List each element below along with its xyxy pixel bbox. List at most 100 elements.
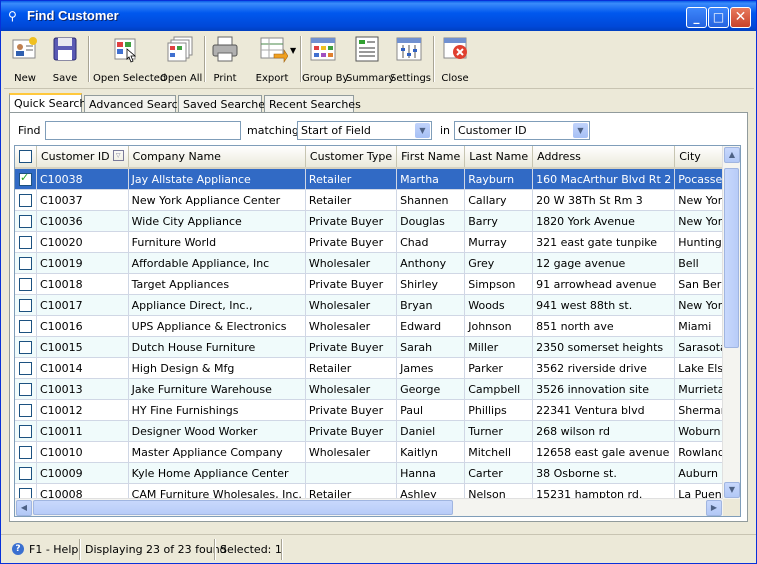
find-input[interactable] [45,121,241,140]
cell-address[interactable]: 321 east gate tunpike [532,231,676,253]
cell-company[interactable]: Appliance Direct, Inc., [128,294,306,316]
cell-company[interactable]: Kyle Home Appliance Center [128,462,306,484]
cell-type[interactable]: Wholesaler [305,294,398,316]
cell-company[interactable]: Designer Wood Worker [128,420,306,442]
cell-last[interactable]: Parker [464,357,534,379]
table-row[interactable]: C10011 Designer Wood Worker Private Buyer D… [15,420,740,442]
table-row[interactable]: C10037 New York Appliance Center Retailer S… [15,189,740,211]
cell-first[interactable]: Paul [396,399,466,421]
table-row[interactable]: C10018 Target Appliances Private Buyer Shir… [15,273,740,295]
cell-first[interactable]: Martha [396,168,466,190]
cell-address[interactable]: 3562 riverside drive [532,357,676,379]
table-row[interactable]: C10019 Affordable Appliance, Inc Wholesale… [15,252,740,274]
cell-company[interactable]: Affordable Appliance, Inc [128,252,306,274]
cell-company[interactable]: Wide City Appliance [128,210,306,232]
cell-first[interactable]: James [396,357,466,379]
table-row[interactable]: C10015 Dutch House Furniture Private Buyer… [15,336,740,358]
cell-id[interactable]: C10011 [36,420,129,442]
settings-button[interactable]: Settings [390,34,431,86]
table-row[interactable]: C10013 Jake Furniture Warehouse Wholesaler… [15,378,740,400]
cell-type[interactable]: Wholesaler [305,378,398,400]
cell-address[interactable]: 851 north ave [532,315,676,337]
row-checkbox[interactable] [19,340,32,354]
row-select-cell[interactable] [15,231,37,253]
cell-last[interactable]: Callary [464,189,534,211]
row-checkbox[interactable] [19,361,32,375]
cell-company[interactable]: Jay Allstate Appliance [128,168,306,190]
cell-address[interactable]: 941 west 88th st. [532,294,676,316]
cell-first[interactable]: Chad [396,231,466,253]
close-window-button[interactable]: ✕ [730,7,751,28]
cell-last[interactable]: Carter [464,462,534,484]
cell-id[interactable]: C10017 [36,294,129,316]
cell-first[interactable]: Daniel [396,420,466,442]
column-header-last-name[interactable]: Last Name [464,146,534,169]
cell-id[interactable]: C10009 [36,462,129,484]
scroll-right-icon[interactable]: ▶ [706,500,722,516]
open-selected-button[interactable]: Open Selected [93,34,166,86]
cell-last[interactable]: Johnson [464,315,534,337]
cell-company[interactable]: New York Appliance Center [128,189,306,211]
cell-id[interactable]: C10019 [36,252,129,274]
row-select-cell[interactable] [15,294,37,316]
cell-id[interactable]: C10012 [36,399,129,421]
cell-company[interactable]: Master Appliance Company [128,441,306,463]
cell-id[interactable]: C10018 [36,273,129,295]
cell-type[interactable]: Wholesaler [305,441,398,463]
cell-type[interactable] [305,462,398,484]
cell-type[interactable]: Private Buyer [305,399,398,421]
close-button[interactable]: Close [438,34,472,86]
cell-type[interactable]: Retailer [305,357,398,379]
matching-select[interactable]: Start of Field ▼ [297,121,432,140]
row-select-cell[interactable] [15,441,37,463]
cell-company[interactable]: Dutch House Furniture [128,336,306,358]
cell-first[interactable]: Anthony [396,252,466,274]
column-header-first-name[interactable]: First Name [396,146,466,169]
save-button[interactable]: Save [47,34,83,86]
cell-address[interactable]: 22341 Ventura blvd [532,399,676,421]
row-checkbox[interactable] [19,466,32,480]
cell-last[interactable]: Barry [464,210,534,232]
open-all-button[interactable]: Open All [160,34,202,86]
scroll-down-icon[interactable]: ▼ [724,482,740,498]
cell-type[interactable]: Retailer [305,189,398,211]
row-select-cell[interactable] [15,462,37,484]
cell-address[interactable]: 2350 somerset heights [532,336,676,358]
table-row[interactable]: C10010 Master Appliance Company Wholesaler… [15,441,740,463]
cell-first[interactable]: Hanna [396,462,466,484]
cell-last[interactable]: Mitchell [464,441,534,463]
table-row[interactable]: C10036 Wide City Appliance Private Buyer Do… [15,210,740,232]
chevron-down-icon[interactable]: ▼ [290,46,296,55]
row-select-cell[interactable] [15,420,37,442]
table-row[interactable]: C10020 Furniture World Private Buyer Chad Mu… [15,231,740,253]
row-checkbox[interactable] [19,235,32,249]
column-header-customer-id[interactable]: Customer ID ▽ [36,146,129,169]
filter-icon[interactable]: ▽ [112,150,124,161]
cell-last[interactable]: Woods [464,294,534,316]
cell-address[interactable]: 20 W 38Th St Rm 3 [532,189,676,211]
summary-button[interactable]: Summary [346,34,394,86]
cell-type[interactable]: Wholesaler [305,252,398,274]
cell-first[interactable]: Shirley [396,273,466,295]
scroll-up-icon[interactable]: ▲ [724,147,740,163]
cell-first[interactable]: Douglas [396,210,466,232]
cell-first[interactable]: George [396,378,466,400]
cell-id[interactable]: C10014 [36,357,129,379]
row-select-cell[interactable] [15,399,37,421]
row-select-cell[interactable] [15,357,37,379]
row-checkbox[interactable] [19,193,32,207]
row-select-cell[interactable] [15,210,37,232]
row-select-cell[interactable] [15,168,37,190]
row-checkbox[interactable] [19,403,32,417]
row-select-cell[interactable] [15,252,37,274]
cell-last[interactable]: Rayburn [464,168,534,190]
new-button[interactable]: New [7,34,43,86]
cell-id[interactable]: C10016 [36,315,129,337]
row-checkbox[interactable] [19,298,32,312]
cell-first[interactable]: Sarah [396,336,466,358]
vertical-scroll-thumb[interactable] [724,168,739,348]
cell-id[interactable]: C10038 [36,168,129,190]
minimize-button[interactable]: _ [686,7,707,28]
cell-last[interactable]: Campbell [464,378,534,400]
cell-last[interactable]: Miller [464,336,534,358]
